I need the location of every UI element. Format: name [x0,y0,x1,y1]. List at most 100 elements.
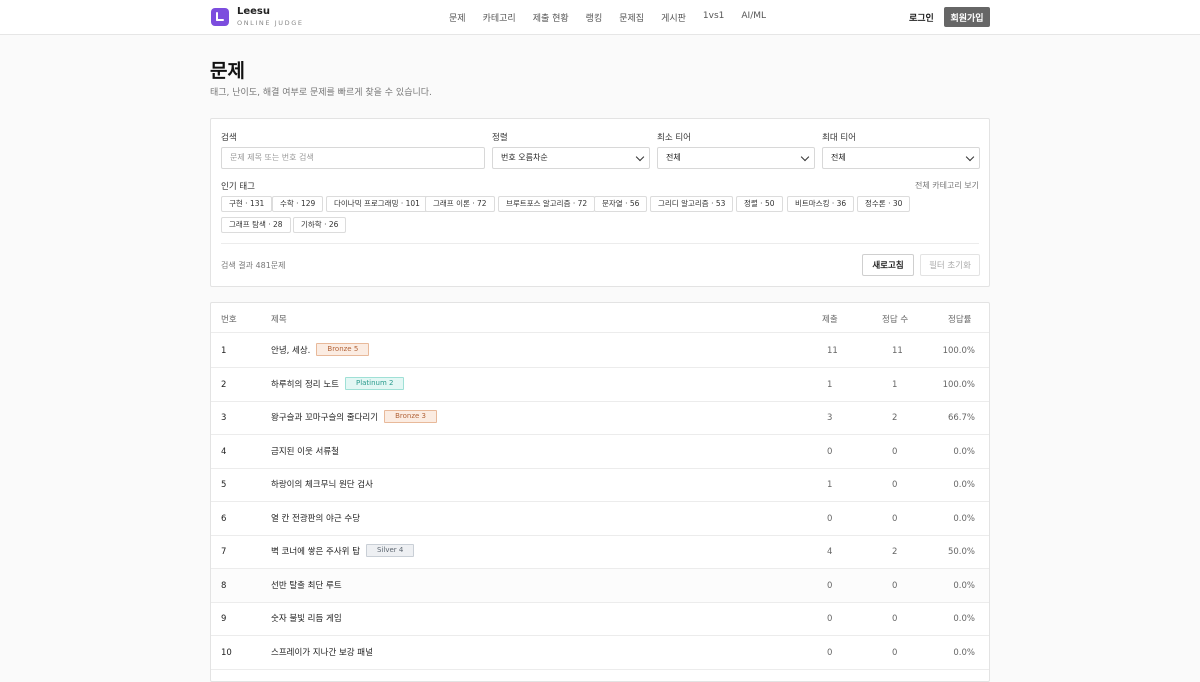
table-row[interactable]: 4 금지된 이웃 서류철 0 0 0.0% [211,435,989,469]
problem-title[interactable]: 벽 코너에 쌓은 주사위 탑 [271,547,360,557]
submission-count: 0 [827,513,833,524]
submission-count: 3 [827,413,833,423]
submission-count: 11 [827,346,838,356]
table-row[interactable]: 8 선반 탈출 최단 루트 0 0 0.0% [211,568,989,603]
accept-rate: 0.0% [953,580,975,591]
problem-title-cell[interactable]: 왕구슬과 꼬마구슬의 줄다리기 Bronze 3 [271,410,437,424]
column-header-rate[interactable]: 정답률 [948,313,971,325]
tag-chip[interactable]: 문자열 · 56 [594,196,648,212]
submission-count: 0 [827,580,833,591]
reset-filter-button[interactable]: 필터 초기화 [920,254,980,276]
max-tier-label: 최대 티어 [822,133,856,143]
problem-title-cell[interactable]: 숫자 불빛 리듬 게임 [271,612,342,624]
problem-title-cell[interactable]: 선반 탈출 최단 루트 [271,579,342,591]
nav-item-submissions[interactable]: 제출 현황 [533,11,569,24]
problem-title[interactable]: 하랑이의 체크무늬 원단 검사 [271,480,373,490]
accept-rate: 0.0% [953,446,975,457]
tag-chip[interactable]: 구현 · 131 [221,196,273,212]
tag-chip[interactable]: 비트마스킹 · 36 [787,196,855,212]
tag-chip[interactable]: 기하학 · 26 [293,217,347,233]
nav-item-board[interactable]: 게시판 [661,11,686,24]
problem-title-cell[interactable]: 스프레이가 지나간 보강 패널 [271,646,373,658]
problem-id: 5 [221,480,227,490]
popular-tags-label: 인기 태그 [221,182,255,192]
table-row[interactable]: 5 하랑이의 체크무늬 원단 검사 1 0 0.0% [211,468,989,502]
table-row[interactable]: 7 벽 코너에 쌓은 주사위 탑 Silver 4 4 2 50.0% [211,535,989,569]
tag-chip[interactable]: 브루트포스 알고리즘 · 72 [498,196,596,212]
problem-title-cell[interactable]: 하루히의 정리 노트 Platinum 2 [271,376,405,391]
min-tier-select-value: 전체 [666,153,681,162]
tag-chip[interactable]: 그래프 탐색 · 28 [221,217,291,233]
min-tier-select[interactable]: 전체 [657,147,815,169]
solved-count: 0 [892,614,898,624]
brand[interactable]: Leesu ONLINE JUDGE [211,7,304,27]
problem-title-cell[interactable]: 하랑이의 체크무늬 원단 검사 [271,478,373,490]
signup-button[interactable]: 회원가입 [944,7,990,27]
max-tier-select-value: 전체 [831,153,846,162]
search-input[interactable]: 문제 제목 또는 번호 검색 [221,147,485,169]
brand-subtitle: ONLINE JUDGE [237,19,304,27]
logo-icon [211,7,229,26]
problem-title[interactable]: 하루히의 정리 노트 [271,380,339,390]
tag-chip[interactable]: 다이나믹 프로그래밍 · 101 [326,196,428,212]
brand-name: Leesu [237,6,271,17]
nav-item-categories[interactable]: 카테고리 [483,11,516,24]
solved-count: 1 [892,379,898,390]
tag-chip[interactable]: 그리디 알고리즘 · 53 [650,196,734,212]
column-header-title[interactable]: 제목 [271,313,287,325]
nav-item-workbooks[interactable]: 문제집 [619,11,644,24]
tag-chip[interactable]: 정렬 · 50 [736,196,783,212]
solved-count: 0 [892,580,898,591]
nav-item-aiml[interactable]: AI/ML [741,11,766,24]
problem-id: 3 [221,413,227,423]
main-nav: 문제 카테고리 제출 현황 랭킹 문제집 게시판 1vs1 AI/ML [449,11,783,24]
problem-title[interactable]: 왕구슬과 꼬마구슬의 줄다리기 [271,413,378,423]
search-label: 검색 [221,133,237,143]
problem-title[interactable]: 열 칸 전광판의 야근 수당 [271,514,360,524]
refresh-button[interactable]: 새로고침 [862,254,914,276]
table-row[interactable]: 2 하루히의 정리 노트 Platinum 2 1 1 100.0% [211,368,989,402]
table-row[interactable]: 9 숫자 불빛 리듬 게임 0 0 0.0% [211,602,989,636]
column-header-solved[interactable]: 정답 수 [882,313,908,325]
submission-count: 1 [827,480,833,490]
nav-item-ranking[interactable]: 랭킹 [586,11,603,24]
problem-title[interactable]: 안녕, 세상. [271,346,310,356]
submission-count: 1 [827,379,833,390]
table-row[interactable]: 1 안녕, 세상. Bronze 5 11 11 100.0% [211,334,989,368]
problem-title-cell[interactable]: 안녕, 세상. Bronze 5 [271,343,370,357]
accept-rate: 50.0% [947,547,975,557]
problem-id: 6 [221,513,227,524]
problem-id: 8 [221,580,227,591]
problem-title-cell[interactable]: 벽 코너에 쌓은 주사위 탑 Silver 4 [271,544,415,558]
problem-id: 7 [221,547,227,557]
problem-id: 1 [221,346,227,356]
tag-chip[interactable]: 수학 · 129 [272,196,324,212]
nav-item-problems[interactable]: 문제 [449,11,466,24]
login-link[interactable]: 로그인 [909,11,934,24]
sort-label: 정렬 [492,133,508,143]
sort-select[interactable]: 번호 오름차순 [492,147,650,169]
problem-title-cell[interactable]: 열 칸 전광판의 야근 수당 [271,512,360,524]
table-row[interactable]: 10 스프레이가 지나간 보강 패널 0 0 0.0% [211,636,989,670]
problem-title[interactable]: 선반 탈출 최단 루트 [271,581,342,591]
table-header: 번호 제목 제출 정답 수 정답률 [211,303,989,333]
brand-text: Leesu ONLINE JUDGE [237,7,304,27]
view-all-categories-link[interactable]: 전체 카테고리 보기 [915,180,979,191]
table-row[interactable]: 3 왕구슬과 꼬마구슬의 줄다리기 Bronze 3 3 2 66.7% [211,401,989,435]
filter-panel: 검색 문제 제목 또는 번호 검색 정렬 번호 오름차순 최소 티어 전체 최대… [210,118,990,287]
accept-rate: 0.0% [953,647,975,658]
column-header-id[interactable]: 번호 [221,313,237,325]
problem-title[interactable]: 스프레이가 지나간 보강 패널 [271,648,373,658]
tag-chip[interactable]: 그래프 이론 · 72 [425,196,495,212]
problem-title[interactable]: 금지된 이웃 서류철 [271,447,339,457]
table-row[interactable]: 6 열 칸 전광판의 야근 수당 0 0 0.0% [211,502,989,536]
problem-title[interactable]: 숫자 불빛 리듬 게임 [271,614,342,624]
column-header-submissions[interactable]: 제출 [822,313,838,325]
solved-count: 0 [892,480,898,490]
tag-chip[interactable]: 정수론 · 30 [857,196,911,212]
problem-title-cell[interactable]: 금지된 이웃 서류철 [271,445,339,457]
accept-rate: 100.0% [942,379,975,390]
max-tier-select[interactable]: 전체 [822,147,980,169]
nav-item-1vs1[interactable]: 1vs1 [703,11,724,24]
solved-count: 2 [892,547,898,557]
